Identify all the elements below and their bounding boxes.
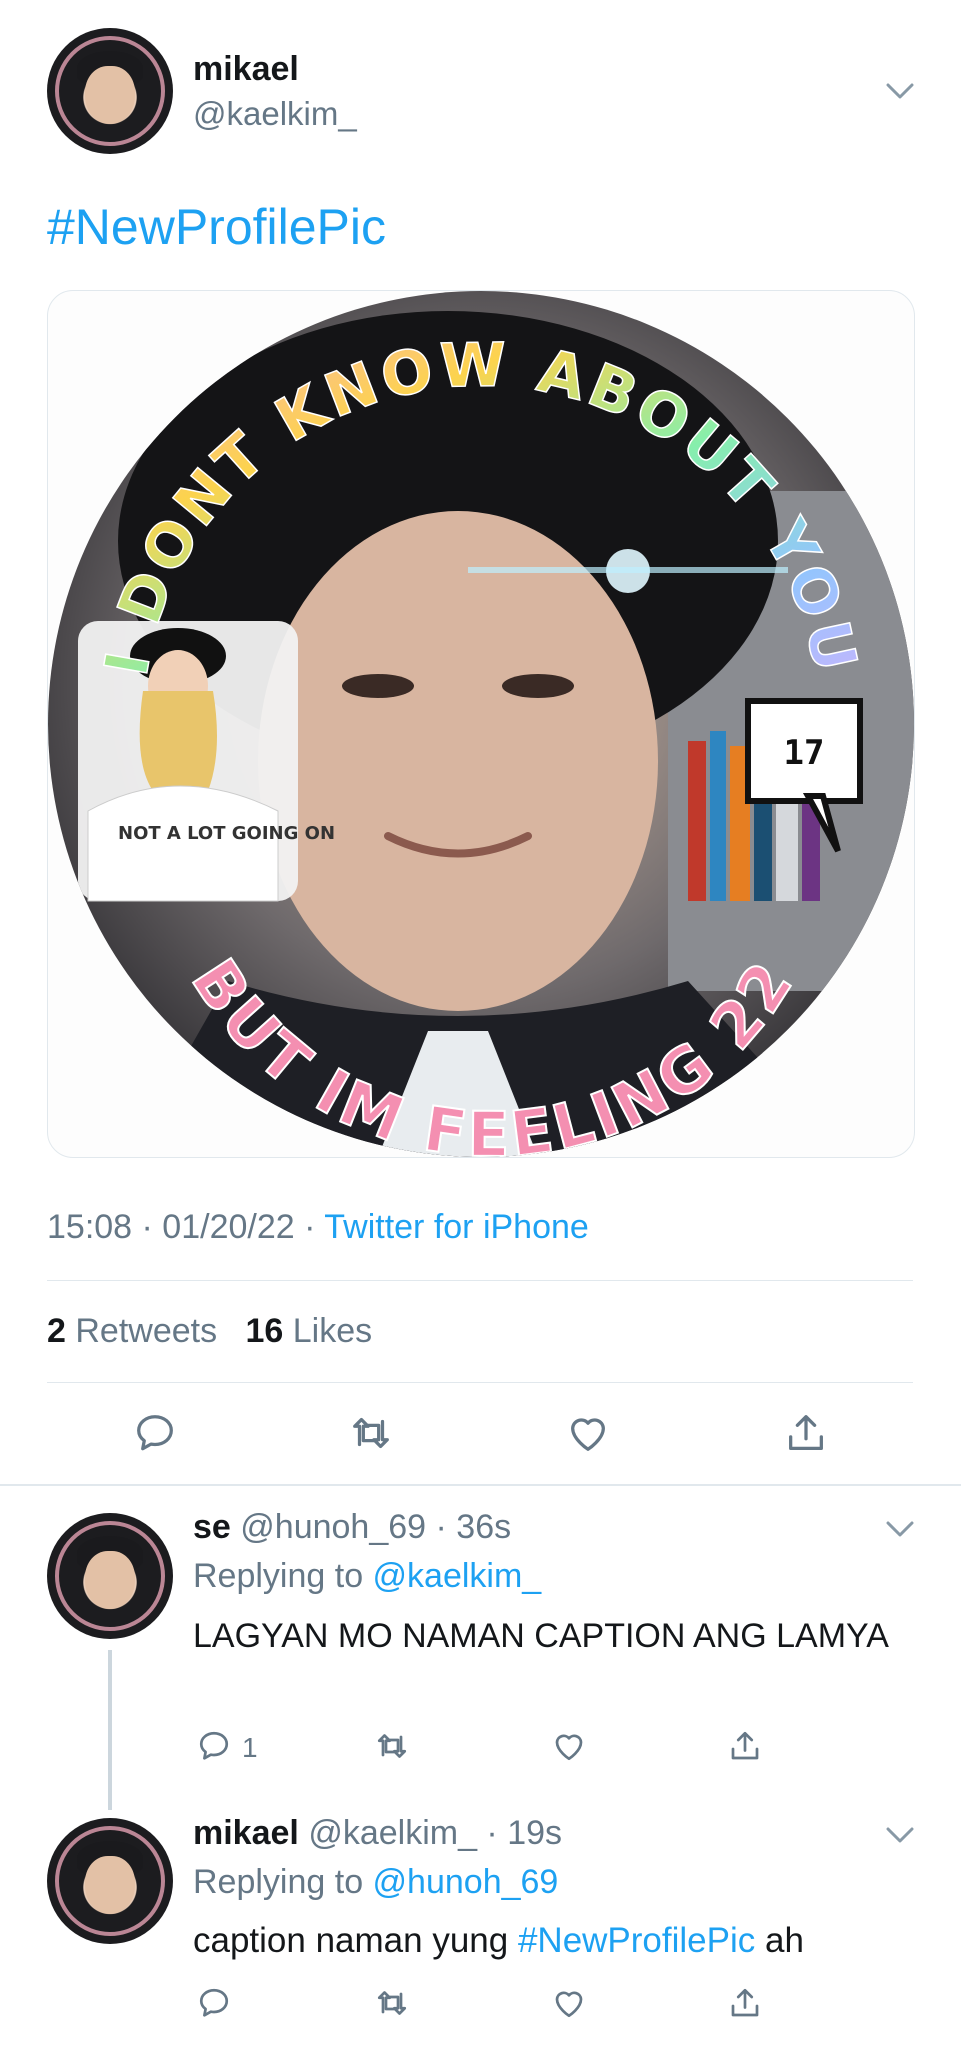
reply-more-chevron-icon[interactable] [885,1520,915,1538]
shirt-text: NOT A LOT GOING ON [118,823,335,844]
author-handle[interactable]: @kaelkim_ [193,95,357,133]
author-avatar[interactable] [47,28,173,154]
replying-to-label: Replying to [193,1863,373,1901]
reply-avatar[interactable] [47,1513,173,1639]
divider [47,1280,913,1281]
reply-avatar[interactable] [47,1818,173,1944]
share-icon[interactable] [727,1728,763,1764]
retweet-icon[interactable] [348,1410,394,1456]
divider [0,1484,961,1486]
replying-to-label: Replying to [193,1557,373,1595]
share-icon[interactable] [783,1410,829,1456]
replying-to: Replying to @kaelkim_ [193,1557,541,1596]
reply-header: mikael @kaelkim_ · 19s [193,1814,562,1853]
bubble-number: 17 [784,733,825,773]
retweet-icon[interactable] [374,1985,410,2021]
like-heart-icon[interactable] [565,1410,611,1456]
reply-text: LAGYAN MO NAMAN CAPTION ANG LAMYA [193,1617,889,1655]
retweets-count: 2 [47,1312,66,1350]
reply-handle-time: @hunoh_69 · 36s [240,1508,512,1546]
reply-icon[interactable] [196,1728,232,1764]
tweet-stats: 2 Retweets 16 Likes [47,1312,372,1351]
reply-handle-time: @kaelkim_ · 19s [308,1814,563,1852]
reply-icon[interactable] [132,1410,178,1456]
reply-author-name[interactable]: se [193,1508,231,1546]
reply-icon[interactable] [196,1985,232,2021]
likes-count: 16 [245,1312,284,1350]
reply-count: 1 [242,1732,258,1763]
divider [47,1382,913,1383]
share-icon[interactable] [727,1985,763,2021]
retweet-icon[interactable] [374,1728,410,1764]
tweet-meta: 15:08 · 01/20/22 · Twitter for iPhone [47,1208,589,1247]
retweets-stat[interactable]: 2 Retweets [47,1312,217,1350]
likes-label: Likes [292,1312,373,1350]
tweet-image[interactable]: NOT A LOT GOING ON 17 I DONT KNOW ABOUT … [47,290,915,1158]
reply-text-end: ah [755,1921,804,1960]
replying-to-handle[interactable]: @kaelkim_ [373,1557,542,1595]
replying-to: Replying to @hunoh_69 [193,1863,558,1902]
replying-to-handle[interactable]: @hunoh_69 [373,1863,559,1901]
like-heart-icon[interactable] [551,1985,587,2021]
reply-header: se @hunoh_69 · 36s [193,1508,511,1547]
like-heart-icon[interactable] [551,1728,587,1764]
tweet-source-link[interactable]: Twitter for iPhone [324,1208,589,1246]
reply-text-start: caption naman yung [193,1921,518,1960]
reply-text: caption naman yung #NewProfilePic ah [193,1921,804,1961]
tweet-timestamp: 15:08 · 01/20/22 · [47,1208,325,1246]
author-name[interactable]: mikael [193,50,299,89]
reply-hashtag[interactable]: #NewProfilePic [518,1921,755,1960]
more-options-chevron-icon[interactable] [885,82,915,100]
retweets-label: Retweets [75,1312,218,1350]
thread-line [108,1650,112,1810]
reply-more-chevron-icon[interactable] [885,1826,915,1844]
reply-author-name[interactable]: mikael [193,1814,299,1852]
tweet-hashtag[interactable]: #NewProfilePic [47,198,386,256]
likes-stat[interactable]: 16 Likes [245,1312,372,1350]
